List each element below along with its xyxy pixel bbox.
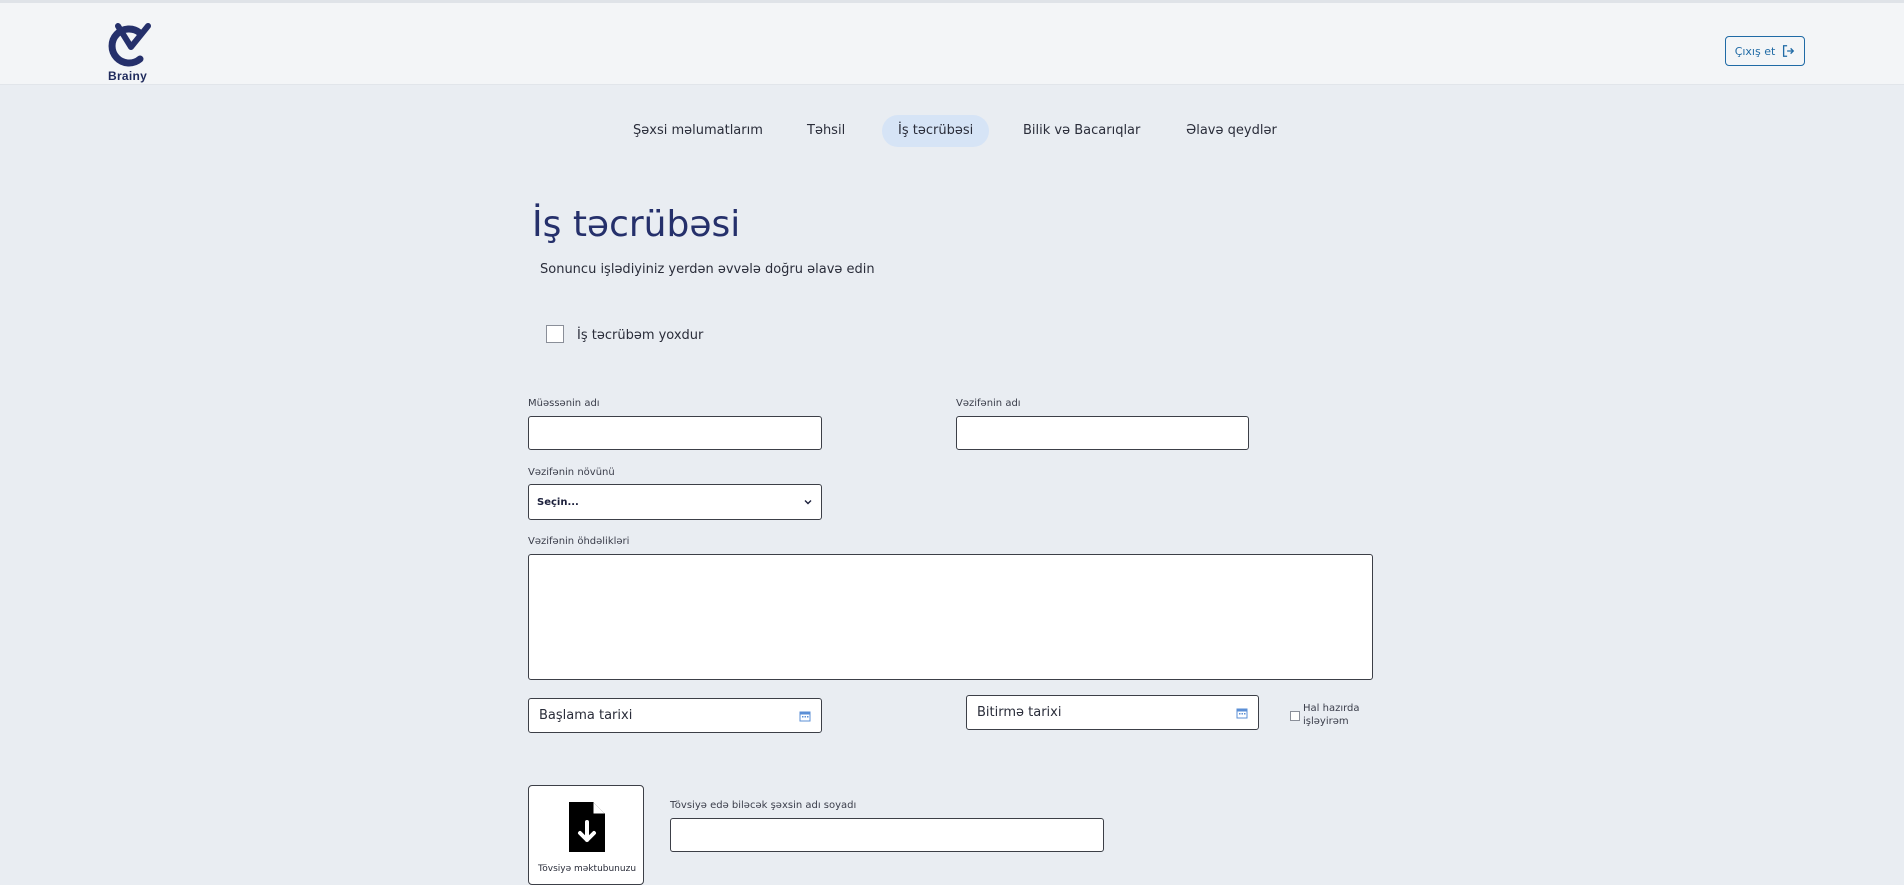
position-type-select[interactable]: Seçin...: [528, 484, 822, 520]
institution-label: Müəssənin adı: [528, 398, 600, 409]
chevron-down-icon: [804, 500, 812, 505]
start-date-input[interactable]: Başlama tarixi: [528, 698, 822, 733]
duties-textarea[interactable]: [528, 554, 1373, 680]
no-experience-label: İş təcrübəm yoxdur: [577, 328, 704, 343]
logo-text: Brainy: [108, 69, 148, 83]
tab-work-experience[interactable]: İş təcrübəsi: [882, 115, 990, 147]
currently-working-label: Hal hazırda işləyirəm: [1303, 703, 1360, 727]
logo[interactable]: Brainy: [104, 23, 160, 83]
page-title: İş təcrübəsi: [532, 204, 741, 245]
logout-button[interactable]: Çıxış et: [1725, 36, 1805, 66]
section-tabs: Şəxsi məlumatlarım Təhsil İş təcrübəsi B…: [0, 115, 1904, 147]
no-experience-checkbox[interactable]: [546, 325, 564, 343]
header: Brainy Çıxış et: [0, 3, 1904, 85]
logout-icon: [1783, 45, 1795, 57]
start-date-placeholder: Başlama tarixi: [539, 708, 633, 723]
file-download-icon: [569, 802, 605, 852]
reference-input[interactable]: [670, 818, 1104, 852]
recommendation-upload-button[interactable]: Tövsiyə məktubunuzu: [528, 785, 644, 885]
position-label: Vəzifənin adı: [956, 398, 1021, 409]
page-subtitle: Sonuncu işlədiyiniz yerdən əvvələ doğru …: [540, 262, 875, 277]
position-input[interactable]: [956, 416, 1249, 450]
tab-education[interactable]: Təhsil: [791, 115, 861, 147]
position-type-label: Vəzifənin növünü: [528, 467, 615, 478]
tab-personal-info[interactable]: Şəxsi məlumatlarım: [617, 115, 779, 147]
calendar-icon[interactable]: [1236, 707, 1248, 719]
end-date-input[interactable]: Bitirmə tarixi: [966, 695, 1259, 730]
end-date-placeholder: Bitirmə tarixi: [977, 705, 1062, 720]
currently-working-checkbox[interactable]: [1290, 711, 1300, 721]
duties-label: Vəzifənin öhdəlikləri: [528, 536, 630, 547]
institution-input[interactable]: [528, 416, 822, 450]
logout-label: Çıxış et: [1734, 44, 1776, 58]
cv-logo-icon: [108, 23, 151, 67]
reference-label: Tövsiyə edə biləcək şəxsin adı soyadı: [670, 800, 857, 811]
position-type-value: Seçin...: [537, 496, 579, 508]
tab-additional-notes[interactable]: Əlavə qeydlər: [1170, 115, 1293, 147]
calendar-icon[interactable]: [799, 710, 811, 722]
upload-caption: Tövsiyə məktubunuzu: [537, 864, 637, 874]
tab-skills[interactable]: Bilik və Bacarıqlar: [1007, 115, 1156, 147]
